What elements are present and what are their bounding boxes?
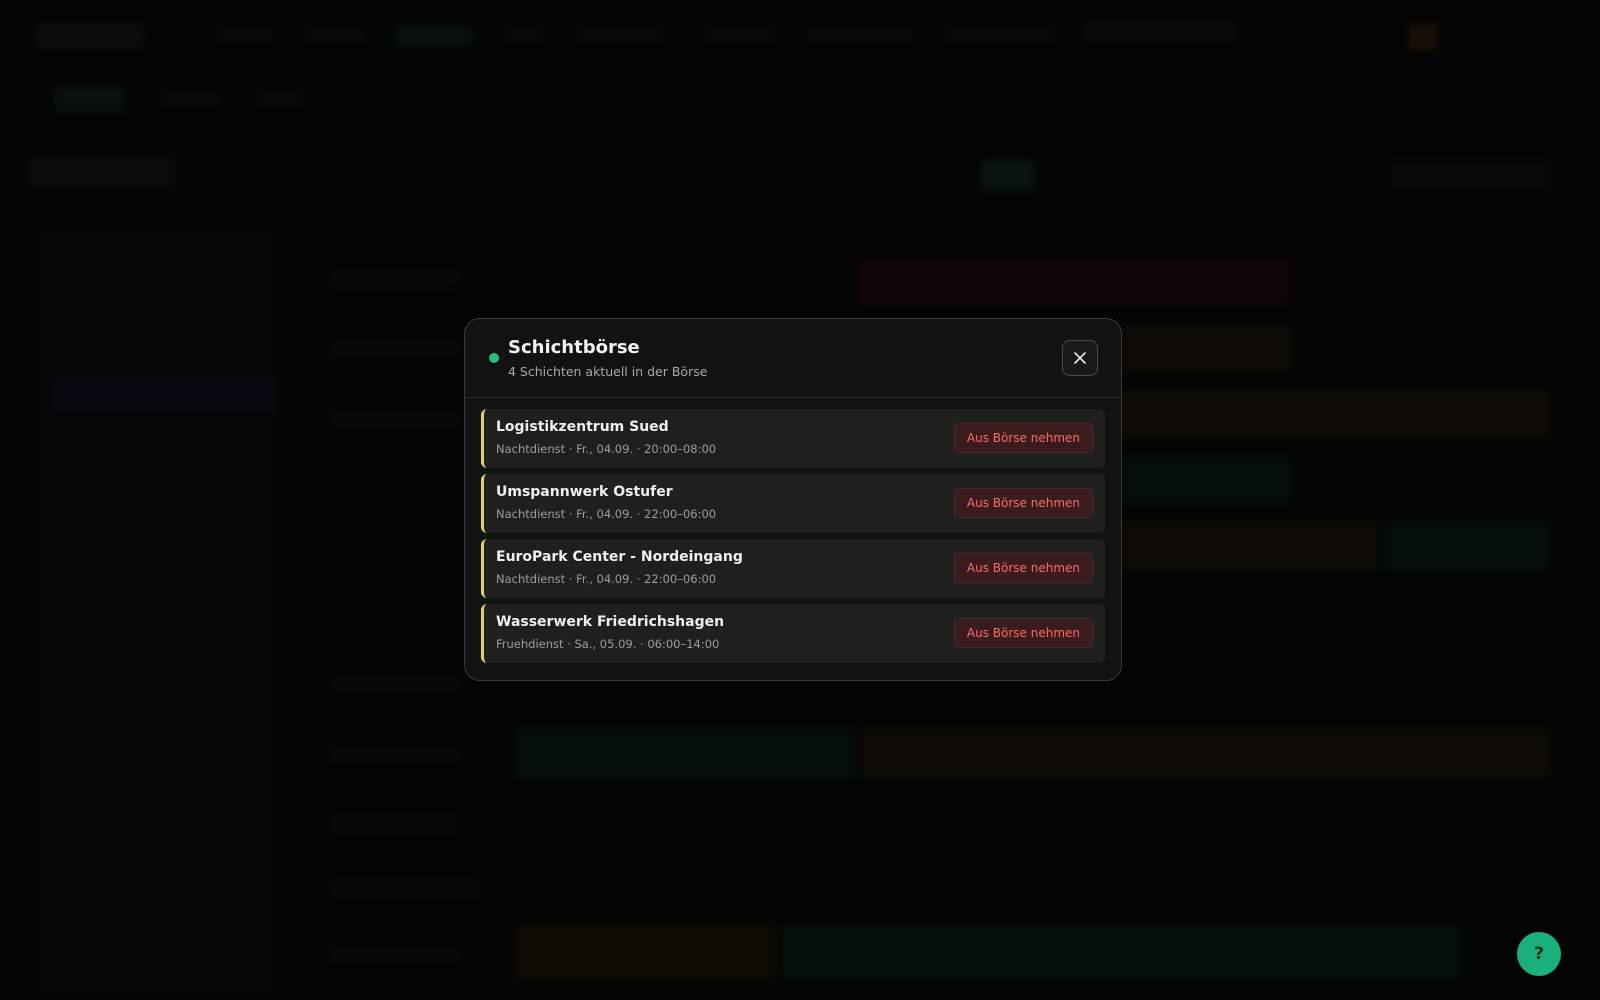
shift-item: Wasserwerk Friedrichshagen Fruehdienst ·… [481, 604, 1105, 663]
shift-item: Logistikzentrum Sued Nachtdienst · Fr., … [481, 409, 1105, 468]
shift-name: Logistikzentrum Sued [496, 419, 669, 435]
question-icon: ? [1534, 944, 1544, 964]
shift-exchange-dialog: Schichtbörse 4 Schichten aktuell in der … [464, 318, 1122, 681]
shift-name: Umspannwerk Ostufer [496, 484, 673, 500]
shift-item: EuroPark Center - Nordeingang Nachtdiens… [481, 539, 1105, 598]
shift-details: Fruehdienst · Sa., 05.09. · 06:00–14:00 [496, 637, 720, 651]
close-icon [1074, 352, 1086, 364]
dialog-title: Schichtbörse [508, 337, 640, 358]
shift-details: Nachtdienst · Fr., 04.09. · 22:00–06:00 [496, 507, 717, 521]
close-button[interactable] [1062, 340, 1098, 376]
remove-from-exchange-button[interactable]: Aus Börse nehmen [953, 553, 1093, 583]
remove-from-exchange-button[interactable]: Aus Börse nehmen [953, 488, 1093, 518]
shift-details: Nachtdienst · Fr., 04.09. · 22:00–06:00 [496, 572, 717, 586]
shift-details: Nachtdienst · Fr., 04.09. · 20:00–08:00 [496, 442, 717, 456]
remove-from-exchange-button[interactable]: Aus Börse nehmen [953, 618, 1093, 648]
shift-name: EuroPark Center - Nordeingang [496, 549, 743, 565]
shift-list: Logistikzentrum Sued Nachtdienst · Fr., … [481, 409, 1105, 669]
help-button[interactable]: ? [1517, 932, 1561, 976]
shift-item: Umspannwerk Ostufer Nachtdienst · Fr., 0… [481, 474, 1105, 533]
shift-name: Wasserwerk Friedrichshagen [496, 614, 725, 630]
dialog-header: Schichtbörse 4 Schichten aktuell in der … [465, 319, 1121, 398]
status-dot [489, 353, 499, 363]
dialog-subtitle: 4 Schichten aktuell in der Börse [508, 364, 708, 379]
remove-from-exchange-button[interactable]: Aus Börse nehmen [953, 423, 1093, 453]
